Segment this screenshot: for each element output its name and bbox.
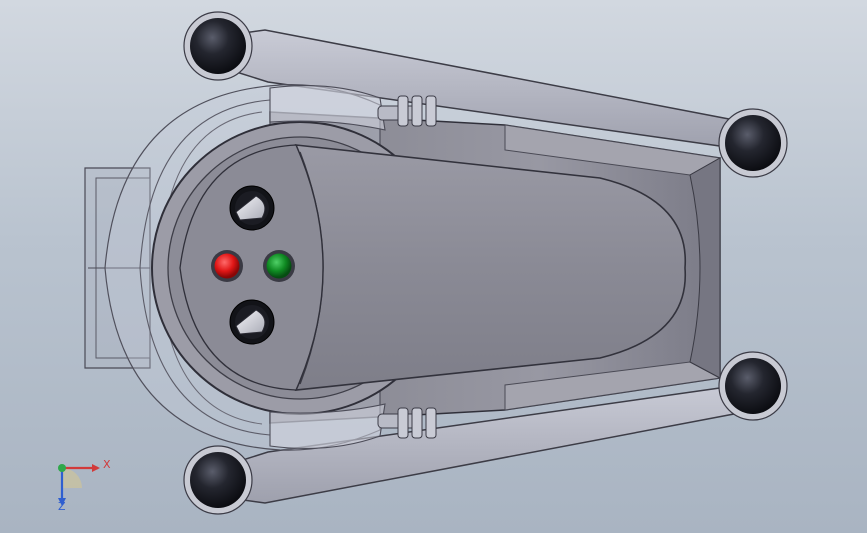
upper-knob[interactable] <box>229 185 275 231</box>
wheel-front-bottom <box>718 351 788 421</box>
green-button[interactable] <box>263 250 295 282</box>
red-button[interactable] <box>211 250 243 282</box>
cart-model[interactable] <box>0 0 867 533</box>
triad-z-label: Z <box>58 500 66 513</box>
graphics-viewport[interactable]: X Z <box>0 0 867 533</box>
lower-knob[interactable] <box>229 299 275 345</box>
wheel-rear-bottom <box>183 445 253 515</box>
wheel-rear-top <box>183 11 253 81</box>
triad-x-label: X <box>103 458 111 471</box>
wheel-front-top <box>718 108 788 178</box>
